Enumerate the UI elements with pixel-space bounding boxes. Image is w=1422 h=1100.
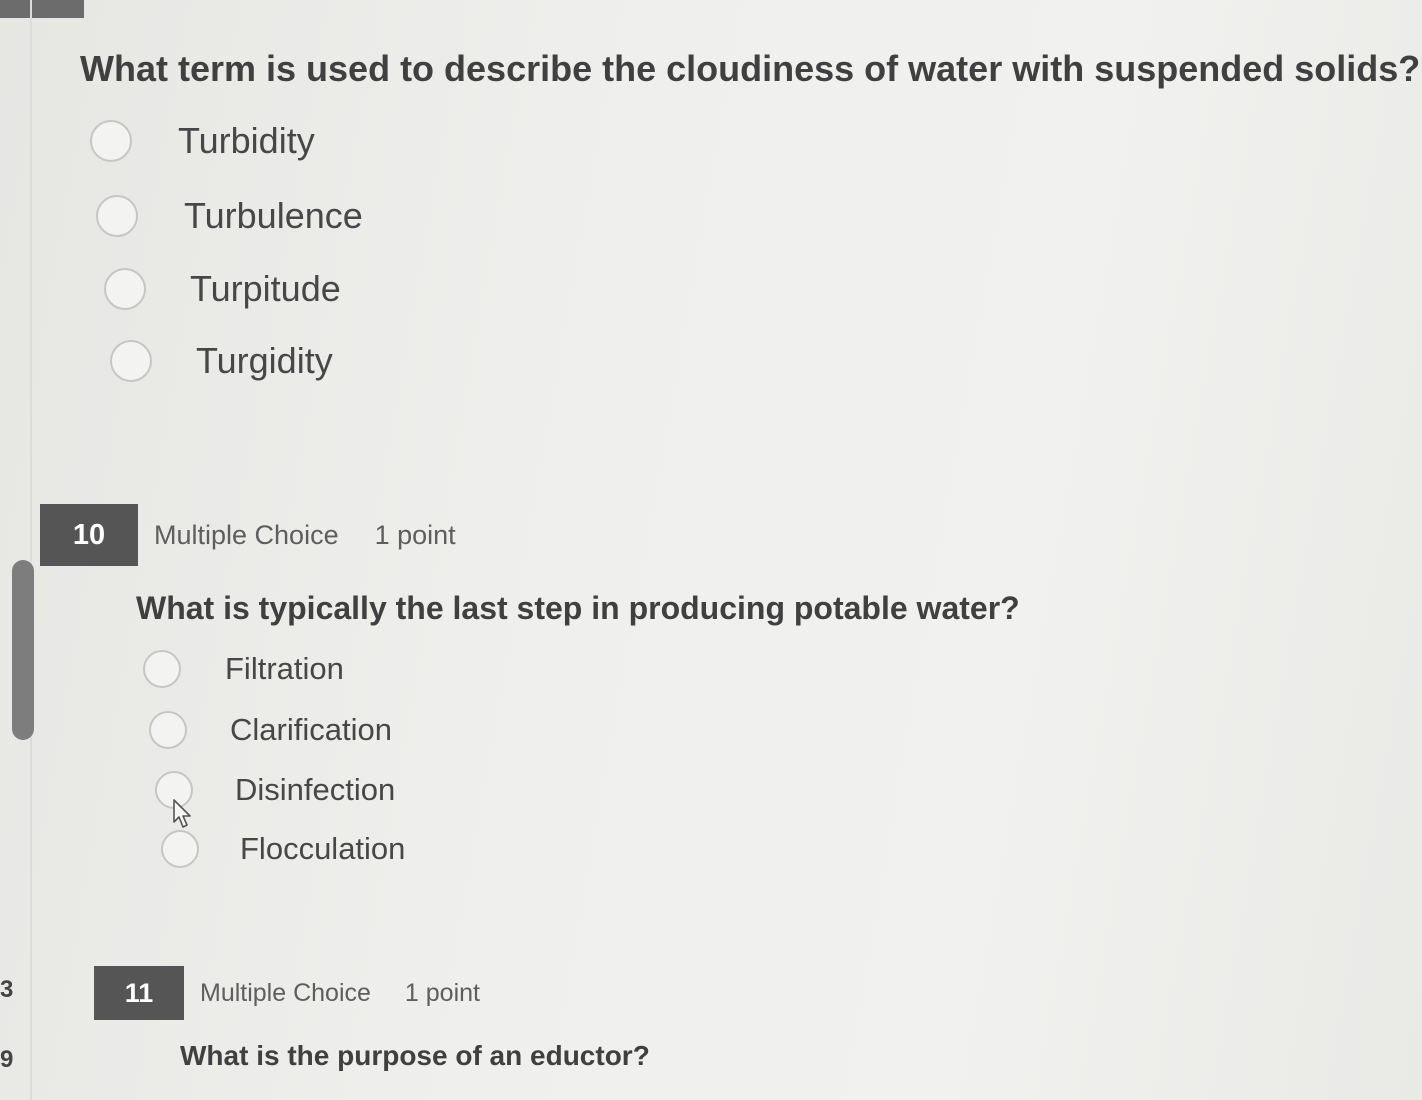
option-flocculation[interactable]: Flocculation (161, 830, 405, 868)
question-9-text: What term is used to describe the cloudi… (80, 48, 1421, 89)
question-points: 1 point (404, 978, 480, 1007)
option-clarification[interactable]: Clarification (149, 711, 392, 749)
question-number-badge: 11 (94, 966, 184, 1020)
radio-button[interactable] (96, 195, 138, 237)
question-nav-number[interactable]: 9 (0, 1046, 13, 1074)
radio-button[interactable] (104, 268, 146, 310)
option-turbulence[interactable]: Turbulence (96, 195, 363, 237)
option-label: Clarification (230, 712, 392, 747)
question-nav-number[interactable]: 3 (0, 976, 13, 1004)
question-10-header: 10 Multiple Choice 1 point (40, 504, 456, 566)
option-label: Flocculation (240, 831, 406, 866)
radio-button[interactable] (149, 711, 187, 749)
question-11-header: 11 Multiple Choice 1 point (94, 966, 480, 1020)
option-label: Turbulence (184, 195, 363, 236)
top-tab[interactable] (0, 0, 84, 18)
option-label: Turbidity (178, 120, 315, 161)
radio-button[interactable] (161, 830, 199, 868)
question-type: Multiple Choice (200, 978, 371, 1007)
question-number-badge: 10 (40, 504, 138, 566)
option-label: Turpitude (190, 268, 341, 309)
quiz-page: 3 9 What term is used to describe the cl… (0, 0, 1422, 1100)
option-turbidity[interactable]: Turbidity (90, 120, 315, 162)
question-10-text: What is typically the last step in produ… (136, 590, 1020, 626)
option-label: Filtration (225, 651, 344, 686)
scrollbar-track[interactable] (30, 0, 32, 1100)
option-label: Disinfection (235, 772, 396, 807)
scrollbar-thumb[interactable] (12, 560, 34, 740)
option-filtration[interactable]: Filtration (143, 650, 344, 688)
option-label: Turgidity (196, 340, 333, 381)
radio-button[interactable] (110, 340, 152, 382)
question-11-text: What is the purpose of an eductor? (180, 1040, 650, 1071)
question-type: Multiple Choice (154, 519, 339, 550)
option-turgidity[interactable]: Turgidity (110, 340, 333, 382)
mouse-pointer-icon (173, 799, 191, 828)
question-points: 1 point (374, 519, 456, 550)
radio-button[interactable] (143, 650, 181, 688)
option-turpitude[interactable]: Turpitude (104, 268, 341, 310)
radio-button[interactable] (90, 120, 132, 162)
